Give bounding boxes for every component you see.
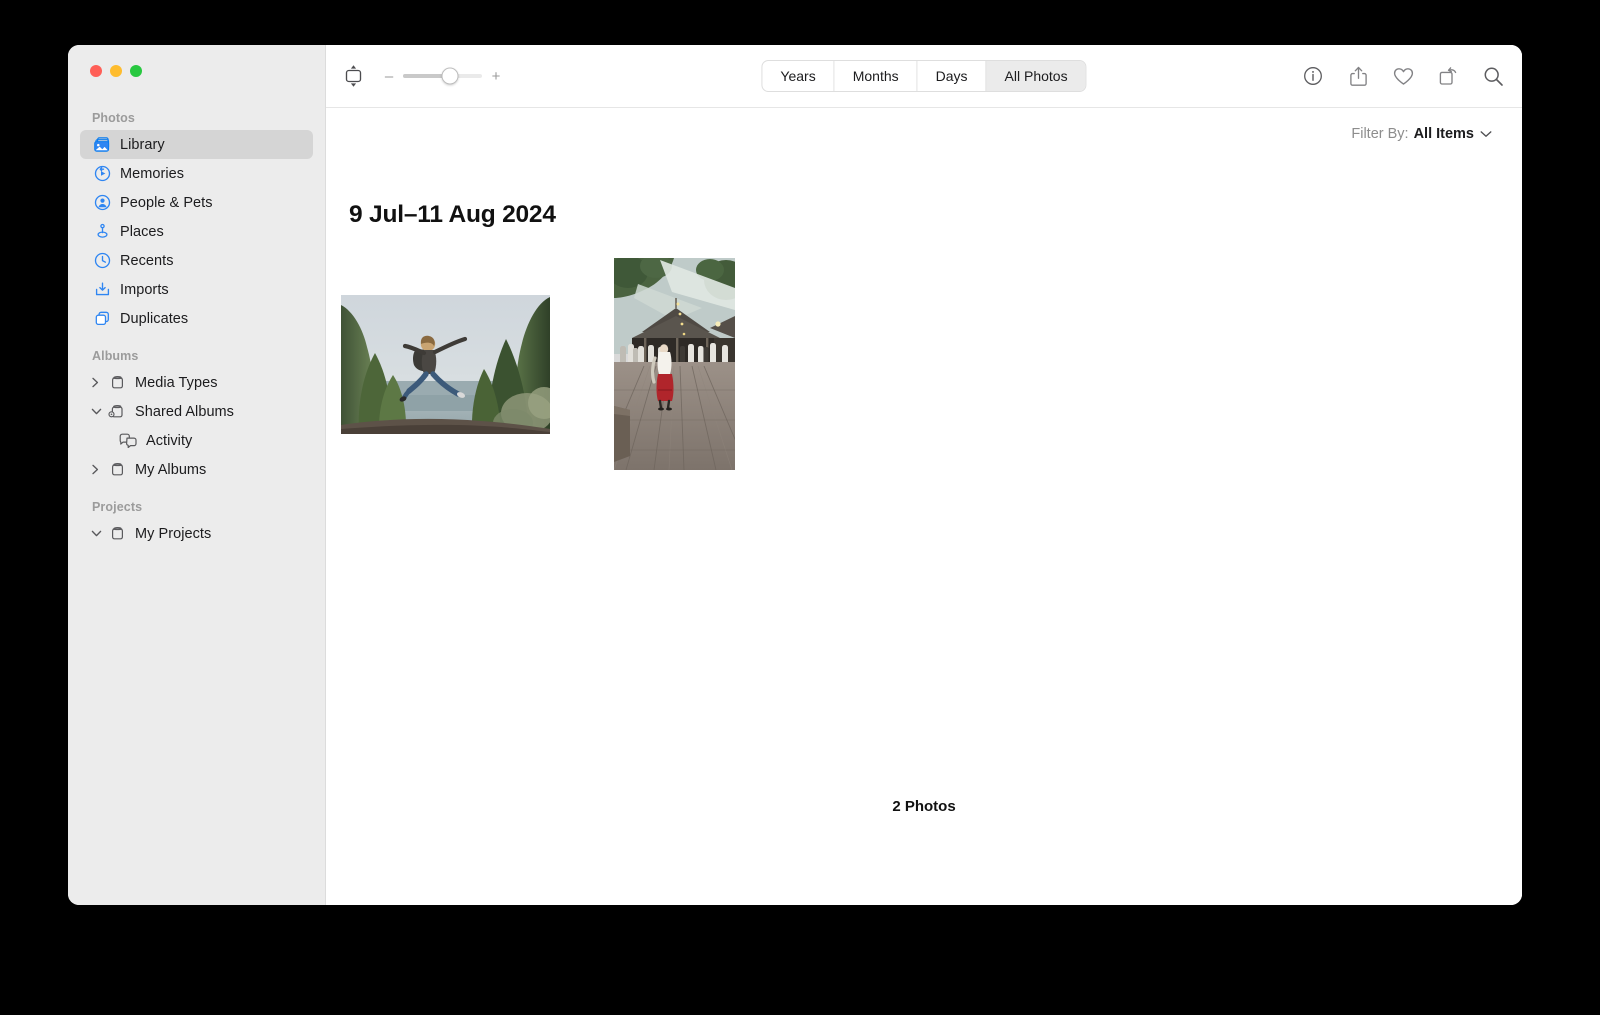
sidebar-item-places[interactable]: Places <box>80 217 313 246</box>
zoom-slider-thumb[interactable] <box>441 67 459 85</box>
sidebar-section-albums-title: Albums <box>92 349 139 363</box>
sidebar-item-activity[interactable]: Activity <box>80 426 313 455</box>
sidebar-section-projects-title: Projects <box>92 500 143 514</box>
chevron-right-icon[interactable] <box>91 377 106 388</box>
sidebar-item-label: My Albums <box>135 461 207 478</box>
photos-app-window: Photos Library Memories People & Pets Pl… <box>68 45 1522 905</box>
sidebar-item-media-types[interactable]: Media Types <box>80 368 313 397</box>
album-folder-icon <box>106 462 128 478</box>
tab-years[interactable]: Years <box>762 61 833 91</box>
sidebar-item-label: People & Pets <box>120 194 213 211</box>
aspect-ratio-button[interactable] <box>340 63 366 89</box>
sidebar-item-label: Recents <box>120 252 174 269</box>
tab-months[interactable]: Months <box>833 61 917 91</box>
sidebar-item-library[interactable]: Library <box>80 130 313 159</box>
info-icon[interactable] <box>1302 65 1324 87</box>
sidebar: Photos Library Memories People & Pets Pl… <box>68 45 326 905</box>
view-mode-segmented-control[interactable]: Years Months Days All Photos <box>761 60 1087 92</box>
sidebar-item-duplicates[interactable]: Duplicates <box>80 304 313 333</box>
activity-icon <box>117 433 139 448</box>
filter-by-value[interactable]: All Items <box>1414 126 1474 142</box>
toolbar: – + Years Months Days All Photos <box>326 45 1522 108</box>
date-range-heading: 9 Jul–11 Aug 2024 <box>349 201 556 228</box>
chevron-right-icon[interactable] <box>91 464 106 475</box>
maximize-window-button[interactable] <box>130 65 142 77</box>
sidebar-item-label: Imports <box>120 281 169 298</box>
toolbar-left-group: – + <box>340 63 501 89</box>
zoom-in-label[interactable]: + <box>491 69 501 84</box>
photo-grid <box>341 258 1502 470</box>
chevron-down-icon[interactable] <box>91 407 106 416</box>
chevron-down-icon[interactable] <box>1480 130 1492 138</box>
shared-album-icon <box>106 404 128 420</box>
favorite-heart-icon[interactable] <box>1392 65 1414 87</box>
sidebar-item-label: Duplicates <box>120 310 189 327</box>
imports-icon <box>91 281 113 298</box>
sidebar-item-label: Media Types <box>135 374 218 391</box>
search-icon[interactable] <box>1482 65 1504 87</box>
sidebar-item-label: Memories <box>120 165 185 182</box>
sidebar-item-people-pets[interactable]: People & Pets <box>80 188 313 217</box>
sidebar-item-my-albums[interactable]: My Albums <box>80 455 313 484</box>
sidebar-item-shared-albums[interactable]: Shared Albums <box>80 397 313 426</box>
memories-icon <box>91 165 113 182</box>
sidebar-item-imports[interactable]: Imports <box>80 275 313 304</box>
photo-browser-content: Filter By: All Items 9 Jul–11 Aug 2024 2… <box>326 108 1522 905</box>
window-traffic-lights <box>90 65 142 77</box>
sidebar-item-label: Places <box>120 223 164 240</box>
share-icon[interactable] <box>1347 65 1369 87</box>
places-icon <box>91 223 113 240</box>
sidebar-item-memories[interactable]: Memories <box>80 159 313 188</box>
recents-icon <box>91 252 113 269</box>
sidebar-item-label: Activity <box>146 432 193 449</box>
sidebar-scroll-area: Photos Library Memories People & Pets Pl… <box>68 111 325 905</box>
filter-by-label: Filter By: <box>1351 126 1409 142</box>
toolbar-right-group <box>1302 65 1504 87</box>
thumbnail-zoom-slider[interactable]: – + <box>384 67 501 85</box>
sidebar-section-photos-title: Photos <box>92 111 135 125</box>
rotate-icon[interactable] <box>1437 65 1459 87</box>
album-folder-icon <box>106 526 128 542</box>
duplicates-icon <box>91 310 113 327</box>
minimize-window-button[interactable] <box>110 65 122 77</box>
library-icon <box>91 137 113 152</box>
zoom-slider-track[interactable] <box>403 67 482 85</box>
close-window-button[interactable] <box>90 65 102 77</box>
zoom-out-label[interactable]: – <box>384 69 394 84</box>
sidebar-item-my-projects[interactable]: My Projects <box>80 519 313 548</box>
main-pane: – + Years Months Days All Photos Filter … <box>326 45 1522 905</box>
sidebar-item-label: Library <box>120 136 165 153</box>
photo-thumbnail-jumping-person[interactable] <box>341 294 550 434</box>
sidebar-item-recents[interactable]: Recents <box>80 246 313 275</box>
album-folder-icon <box>106 375 128 391</box>
tab-days[interactable]: Days <box>916 61 986 91</box>
sidebar-item-label: Shared Albums <box>135 403 234 420</box>
photo-thumbnail-wooden-deck-pavilion[interactable] <box>614 258 735 470</box>
sidebar-item-label: My Projects <box>135 525 212 542</box>
people-pets-icon <box>91 194 113 211</box>
chevron-down-icon[interactable] <box>91 529 106 538</box>
tab-all-photos[interactable]: All Photos <box>985 61 1086 91</box>
filter-by-control[interactable]: Filter By: All Items <box>1351 126 1492 142</box>
photo-count-label: 2 Photos <box>892 798 956 815</box>
